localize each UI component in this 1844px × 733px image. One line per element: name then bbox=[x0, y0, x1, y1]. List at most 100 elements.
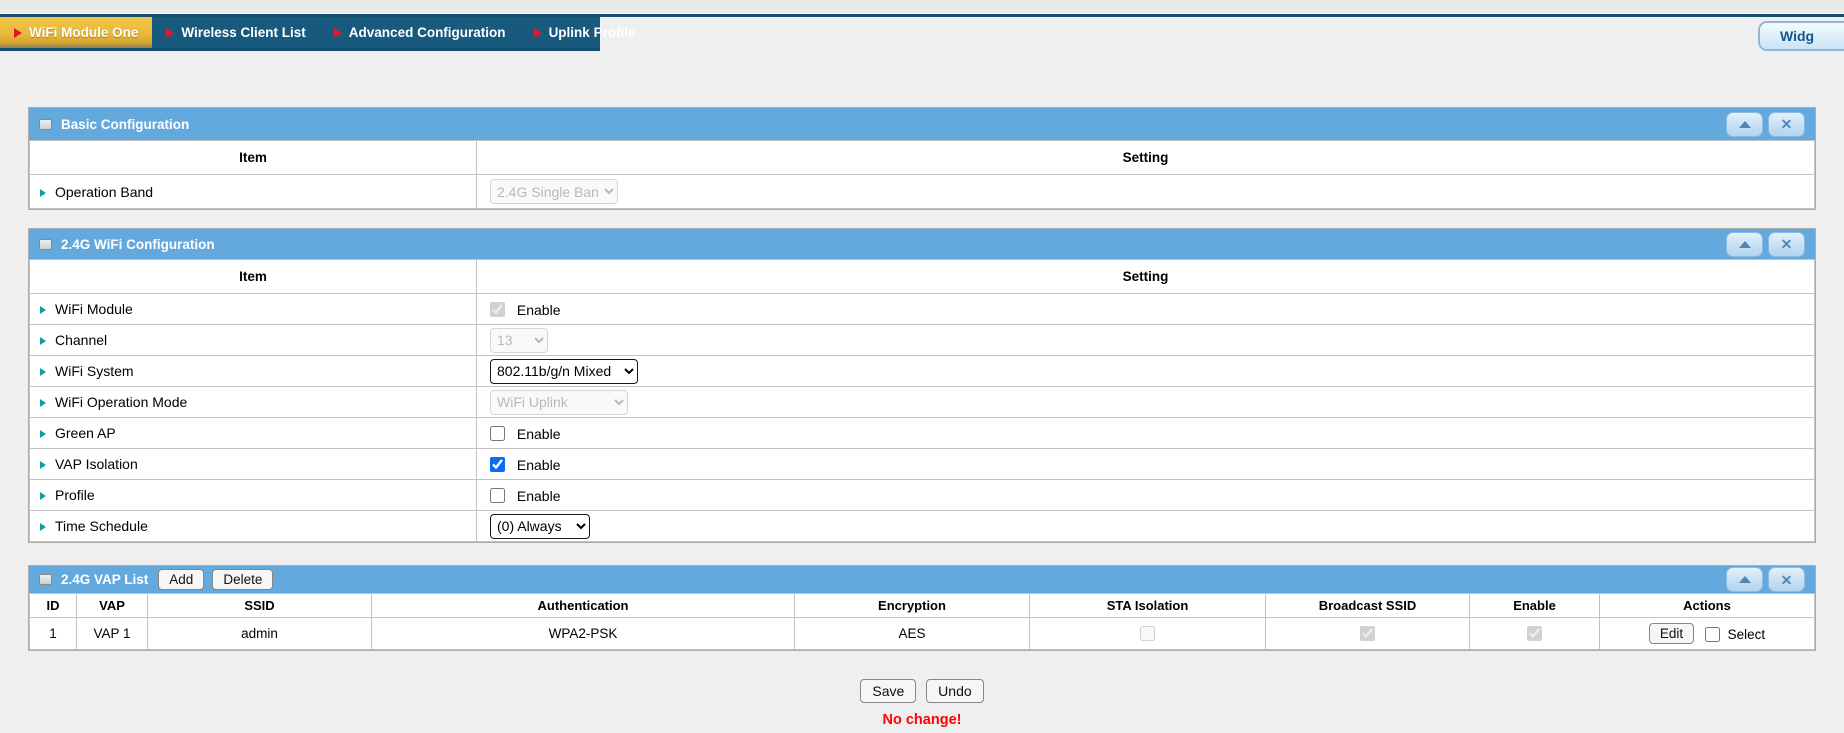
undo-button[interactable]: Undo bbox=[926, 679, 983, 703]
vap-actions-cell: Edit Select bbox=[1600, 618, 1815, 650]
vap-sta-isolation-cell bbox=[1030, 618, 1266, 650]
item-label: Operation Band bbox=[55, 184, 153, 200]
section-title: 2.4G VAP List bbox=[61, 572, 148, 587]
tab-strip: WiFi Module One Wireless Client List Adv… bbox=[0, 17, 600, 51]
select-label: Select bbox=[1728, 627, 1766, 642]
wifi-module-enable-checkbox[interactable] bbox=[490, 302, 505, 317]
item-bullet-icon bbox=[40, 523, 46, 531]
tab-arrow-icon bbox=[334, 28, 342, 38]
footer-actions: Save Undo bbox=[28, 679, 1816, 703]
top-gray-band bbox=[0, 0, 1844, 13]
edit-button[interactable]: Edit bbox=[1649, 623, 1694, 644]
wifi-system-select[interactable]: 802.11b/g/n Mixed bbox=[490, 359, 638, 384]
column-header-actions: Actions bbox=[1600, 594, 1815, 618]
collapse-arrow-icon bbox=[1739, 241, 1751, 248]
table-row: WiFi Module Enable bbox=[30, 294, 1815, 325]
item-label: Green AP bbox=[55, 425, 116, 441]
setting-cell: 2.4G Single Band bbox=[477, 175, 1815, 209]
tab-uplink-profile[interactable]: Uplink Profile bbox=[520, 17, 650, 48]
wifi-configuration-section: 2.4G WiFi Configuration ✕ Item Setting W… bbox=[28, 228, 1816, 543]
green-ap-enable-checkbox[interactable] bbox=[490, 426, 505, 441]
item-cell-time-schedule: Time Schedule bbox=[30, 511, 477, 542]
basic-configuration-section: Basic Configuration ✕ Item Setting Opera… bbox=[28, 107, 1816, 210]
checkbox-label: Enable bbox=[517, 457, 561, 473]
item-bullet-icon bbox=[40, 306, 46, 314]
vap-enable-checkbox[interactable] bbox=[1527, 626, 1542, 641]
setting-cell: Enable bbox=[477, 480, 1815, 511]
tab-wireless-client-list[interactable]: Wireless Client List bbox=[152, 17, 319, 48]
item-label: Profile bbox=[55, 487, 95, 503]
column-header-item: Item bbox=[30, 141, 477, 175]
vap-list-header: 2.4G VAP List Add Delete ✕ bbox=[29, 566, 1815, 593]
item-label: Channel bbox=[55, 332, 107, 348]
item-bullet-icon bbox=[40, 492, 46, 500]
close-button[interactable]: ✕ bbox=[1768, 112, 1805, 137]
item-cell-channel: Channel bbox=[30, 325, 477, 356]
table-row: Green AP Enable bbox=[30, 418, 1815, 449]
tab-bar: WiFi Module One Wireless Client List Adv… bbox=[0, 17, 1844, 51]
close-icon: ✕ bbox=[1781, 573, 1793, 587]
vap-isolation-enable-checkbox[interactable] bbox=[490, 457, 505, 472]
tab-label: WiFi Module One bbox=[29, 25, 138, 40]
item-cell-profile: Profile bbox=[30, 480, 477, 511]
widget-button[interactable]: Widg bbox=[1758, 21, 1844, 51]
item-label: Time Schedule bbox=[55, 518, 148, 534]
channel-select[interactable]: 13 bbox=[490, 328, 548, 353]
item-label: WiFi Operation Mode bbox=[55, 394, 187, 410]
select-checkbox[interactable] bbox=[1705, 627, 1720, 642]
table-row: WiFi System 802.11b/g/n Mixed bbox=[30, 356, 1815, 387]
checkbox-label: Enable bbox=[517, 488, 561, 504]
add-button[interactable]: Add bbox=[158, 569, 204, 590]
tab-arrow-icon bbox=[534, 28, 542, 38]
item-label: WiFi Module bbox=[55, 301, 133, 317]
vap-name-cell: VAP 1 bbox=[77, 618, 148, 650]
close-button[interactable]: ✕ bbox=[1768, 567, 1805, 592]
collapse-button[interactable] bbox=[1726, 112, 1763, 137]
table-row: WiFi Operation Mode WiFi Uplink bbox=[30, 387, 1815, 418]
close-button[interactable]: ✕ bbox=[1768, 232, 1805, 257]
profile-enable-checkbox[interactable] bbox=[490, 488, 505, 503]
item-bullet-icon bbox=[40, 461, 46, 469]
item-cell-wifi-operation-mode: WiFi Operation Mode bbox=[30, 387, 477, 418]
item-cell-operation-band: Operation Band bbox=[30, 175, 477, 209]
basic-configuration-header: Basic Configuration ✕ bbox=[29, 108, 1815, 140]
vap-header-row: ID VAP SSID Authentication Encryption ST… bbox=[30, 594, 1815, 618]
item-label: WiFi System bbox=[55, 363, 134, 379]
tab-label: Uplink Profile bbox=[549, 25, 636, 40]
vap-encryption-cell: AES bbox=[795, 618, 1030, 650]
save-button[interactable]: Save bbox=[860, 679, 916, 703]
column-header-broadcast-ssid: Broadcast SSID bbox=[1266, 594, 1470, 618]
setting-cell: 802.11b/g/n Mixed bbox=[477, 356, 1815, 387]
tab-wifi-module-one[interactable]: WiFi Module One bbox=[0, 17, 152, 48]
section-box-icon bbox=[39, 239, 52, 250]
tab-advanced-configuration[interactable]: Advanced Configuration bbox=[320, 17, 520, 48]
setting-cell: (0) Always bbox=[477, 511, 1815, 542]
close-icon: ✕ bbox=[1781, 237, 1793, 251]
broadcast-ssid-checkbox[interactable] bbox=[1360, 626, 1375, 641]
delete-button[interactable]: Delete bbox=[212, 569, 273, 590]
column-header-item: Item bbox=[30, 260, 477, 294]
checkbox-label: Enable bbox=[517, 426, 561, 442]
collapse-arrow-icon bbox=[1739, 121, 1751, 128]
wifi-configuration-header: 2.4G WiFi Configuration ✕ bbox=[29, 229, 1815, 259]
item-bullet-icon bbox=[40, 368, 46, 376]
column-header-authentication: Authentication bbox=[372, 594, 795, 618]
vap-id-cell: 1 bbox=[30, 618, 77, 650]
checkbox-label: Enable bbox=[517, 302, 561, 318]
item-cell-green-ap: Green AP bbox=[30, 418, 477, 449]
collapse-button[interactable] bbox=[1726, 232, 1763, 257]
setting-cell: 13 bbox=[477, 325, 1815, 356]
time-schedule-select[interactable]: (0) Always bbox=[490, 514, 590, 539]
section-title: 2.4G WiFi Configuration bbox=[61, 237, 215, 252]
status-message: No change! bbox=[28, 712, 1816, 728]
vap-list-table: ID VAP SSID Authentication Encryption ST… bbox=[29, 593, 1815, 650]
collapse-button[interactable] bbox=[1726, 567, 1763, 592]
wifi-operation-mode-select[interactable]: WiFi Uplink bbox=[490, 390, 628, 415]
wifi-configuration-table: Item Setting WiFi Module Enable Channel bbox=[29, 259, 1815, 542]
operation-band-select[interactable]: 2.4G Single Band bbox=[490, 179, 618, 204]
sta-isolation-checkbox[interactable] bbox=[1140, 626, 1155, 641]
collapse-arrow-icon bbox=[1739, 576, 1751, 583]
column-header-setting: Setting bbox=[477, 141, 1815, 175]
item-cell-wifi-module: WiFi Module bbox=[30, 294, 477, 325]
column-header-vap: VAP bbox=[77, 594, 148, 618]
